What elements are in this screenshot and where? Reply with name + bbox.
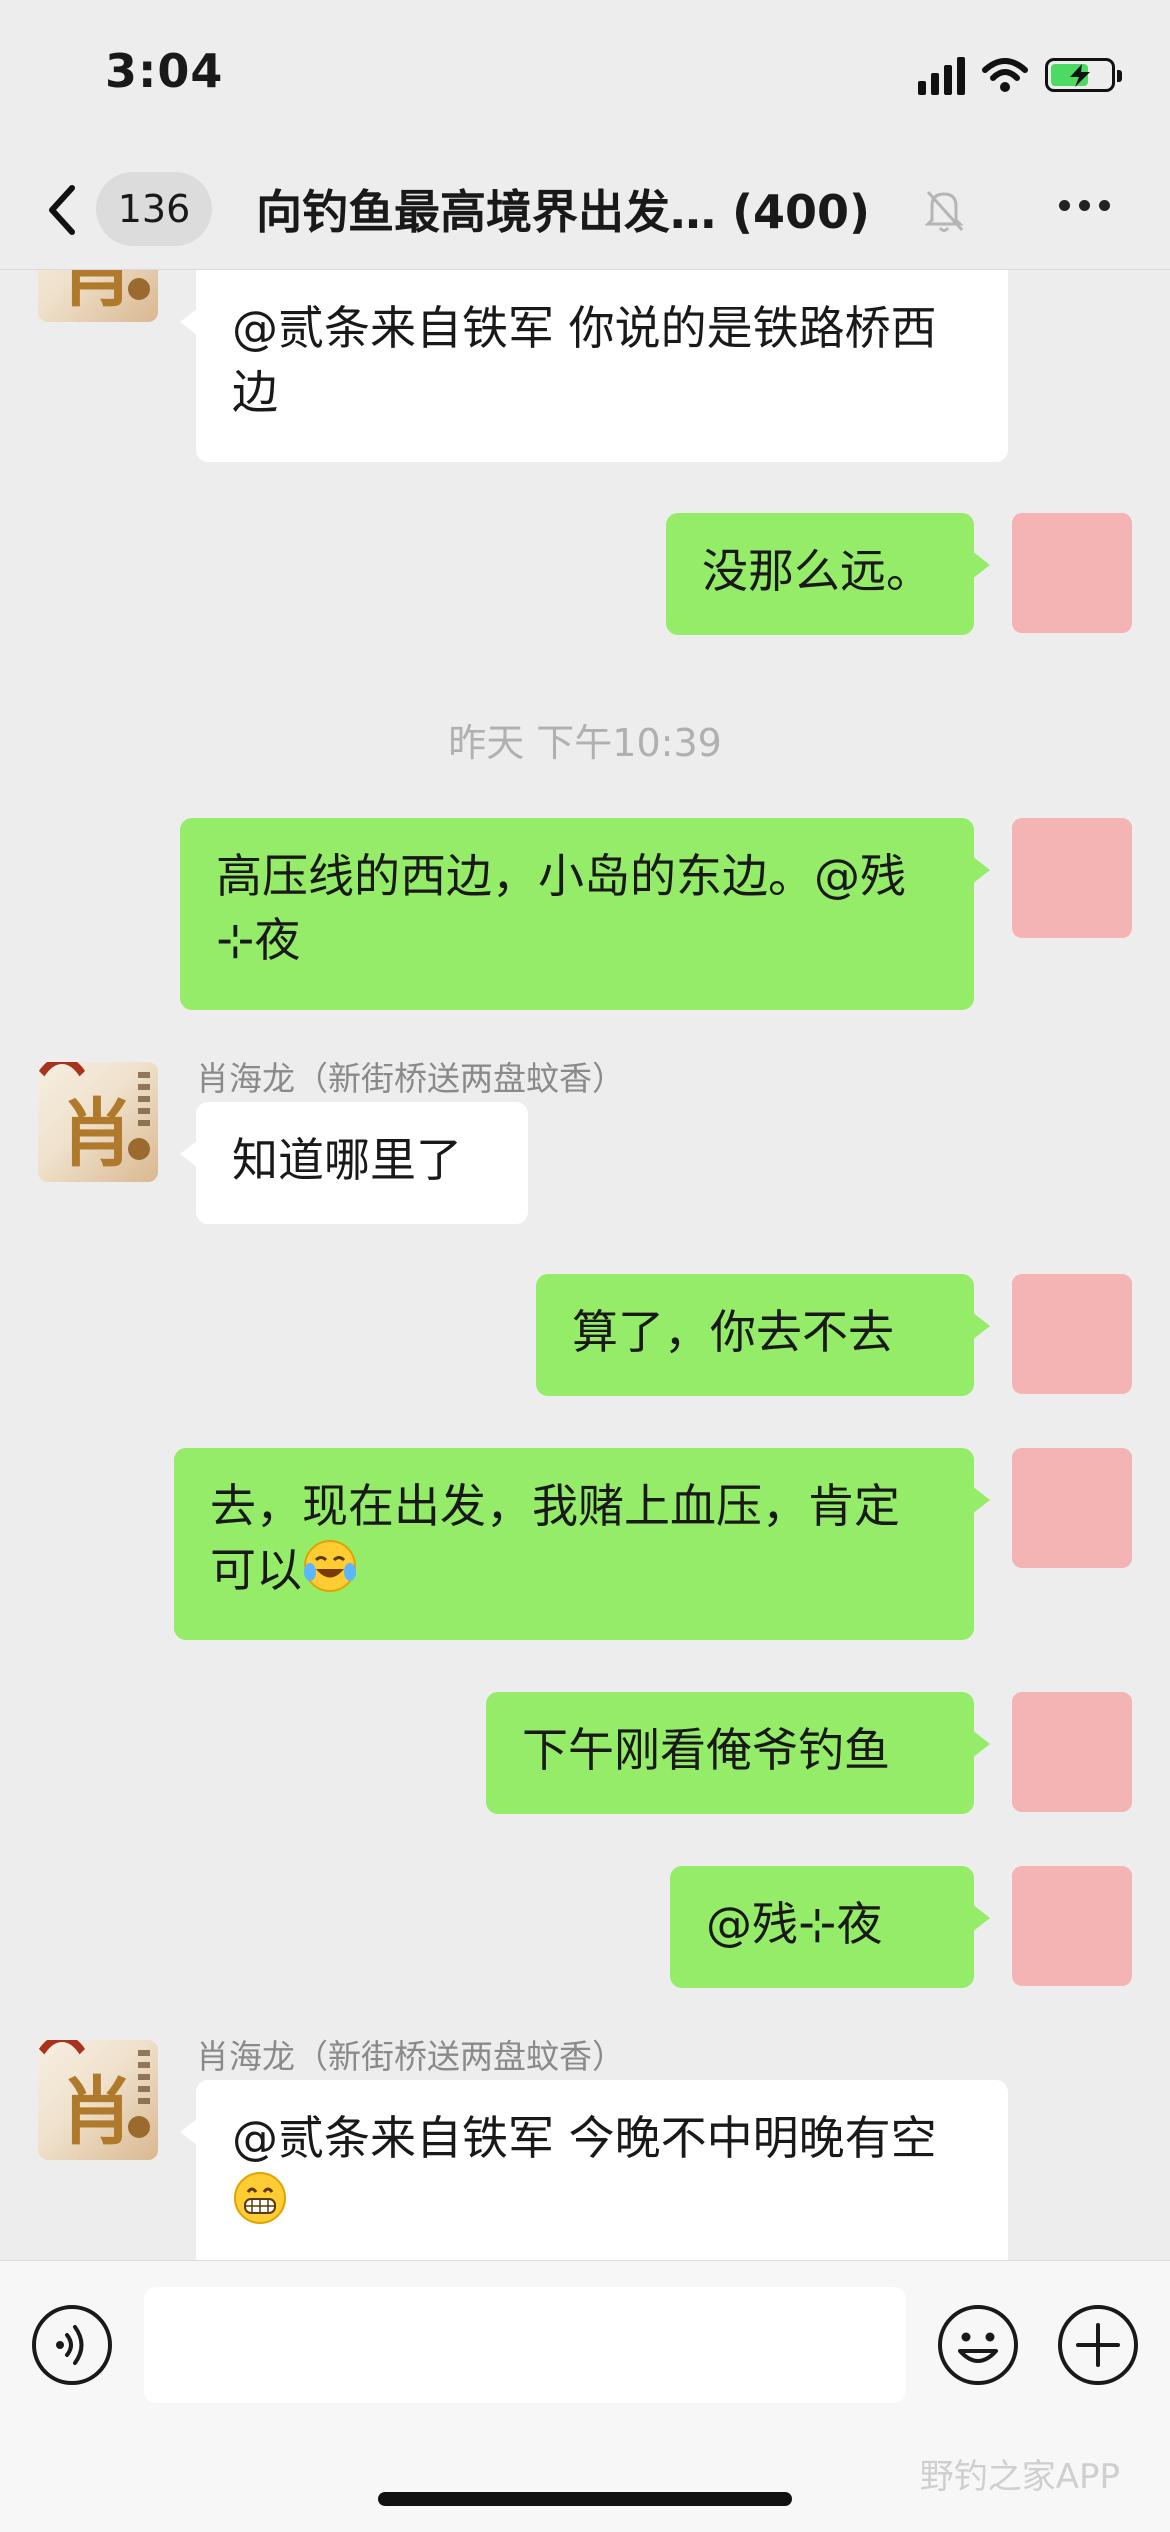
avatar[interactable] [1012, 513, 1132, 633]
outgoing-message-bubble[interactable]: @残⊹夜 [670, 1866, 990, 1988]
message-text: 知道哪里了 [232, 1133, 462, 1187]
home-indicator[interactable] [378, 2492, 792, 2506]
sender-name: 肖海龙（新街桥送两盘蚊香） [196, 2037, 625, 2076]
avatar[interactable] [1012, 1274, 1132, 1394]
avatar[interactable] [1012, 818, 1132, 938]
sender-name: 肖海龙（新街桥送两盘蚊香） [196, 1059, 625, 1098]
status-time: 3:04 [105, 44, 224, 98]
group-name: 向钓鱼最高境界出发… [256, 185, 716, 239]
message-text: @残⊹夜 [706, 1897, 883, 1951]
status-bar: 3:04 [0, 0, 1170, 150]
grinning-emoji [234, 2172, 286, 2224]
status-icons [918, 50, 1122, 100]
incoming-message-bubble[interactable]: @贰条来自铁军 你说的是铁路桥西边 [180, 270, 1008, 462]
message-text: 没那么远。 [702, 544, 932, 598]
avatar[interactable] [1012, 1692, 1132, 1812]
avatar[interactable]: 肖 [38, 270, 158, 322]
outgoing-message-bubble[interactable]: 高压线的西边，小岛的东边。@残⊹夜 [180, 818, 990, 1010]
more-dots-icon[interactable] [1059, 200, 1110, 211]
message-text: @贰条来自铁军 今晚不中明晚有空 [232, 2111, 937, 2165]
message-timestamp: 昨天 下午10:39 [448, 721, 722, 765]
incoming-message-bubble[interactable]: @贰条来自铁军 今晚不中明晚有空 [180, 2080, 1008, 2260]
voice-icon[interactable] [30, 2303, 114, 2387]
avatar[interactable]: 肖 [38, 2040, 158, 2160]
unread-count-badge[interactable]: 136 [96, 172, 212, 246]
battery-charging-icon [1045, 58, 1122, 92]
chevron-left-icon[interactable] [42, 182, 82, 238]
outgoing-message-bubble[interactable]: 算了，你去不去 [536, 1274, 990, 1396]
avatar[interactable] [1012, 1448, 1132, 1568]
message-text: 算了，你去不去 [572, 1305, 894, 1359]
outgoing-message-bubble[interactable]: 没那么远。 [666, 513, 990, 635]
bell-muted-icon [924, 190, 964, 232]
member-count: (400) [732, 185, 871, 239]
avatar[interactable] [1012, 1866, 1132, 1986]
message-list[interactable]: 肖 @贰条来自铁军 你说的是铁路桥西边 没那么远。 昨天 下午10:39 高压线… [0, 270, 1170, 2260]
chat-header: 136 向钓鱼最高境界出发… (400) [0, 150, 1170, 270]
message-text: @贰条来自铁军 你说的是铁路桥西边 [232, 301, 937, 419]
message-text: 下午刚看俺爷钓鱼 [522, 1723, 890, 1777]
outgoing-message-bubble[interactable]: 去，现在出发，我赌上血压，肯定可以 [174, 1448, 990, 1640]
message-input[interactable] [144, 2287, 906, 2403]
plus-icon[interactable] [1056, 2303, 1140, 2387]
avatar[interactable]: 肖 [38, 1062, 158, 1182]
outgoing-message-bubble[interactable]: 下午刚看俺爷钓鱼 [486, 1692, 990, 1814]
signal-icon [918, 55, 965, 95]
laughing-crying-emoji [304, 1540, 356, 1592]
message-text: 高压线的西边，小岛的东边。@残⊹夜 [216, 849, 906, 967]
group-title: 向钓鱼最高境界出发… (400) [256, 176, 870, 242]
emoji-icon[interactable] [936, 2303, 1020, 2387]
watermark: 野钓之家APP [919, 2457, 1120, 2497]
incoming-message-bubble[interactable]: 知道哪里了 [180, 1102, 528, 1224]
wifi-icon [982, 58, 1028, 92]
